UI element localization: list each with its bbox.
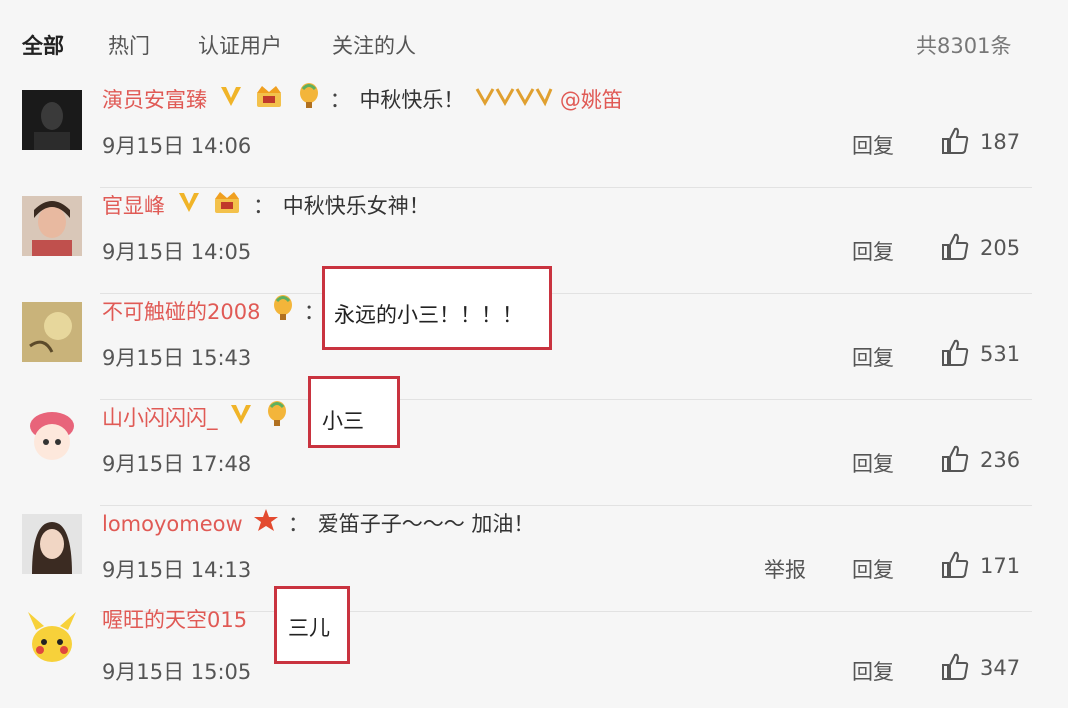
avatar[interactable] [22,514,82,574]
like-count: 347 [980,656,1021,680]
comment-item: 喔旺的天空015 三儿 9月15日 15:05 回复 347 [0,586,1068,708]
comment-filter-bar: 全部 热门 认证用户 关注的人 共8301条 [0,0,1068,88]
thumbs-up-icon [942,127,969,154]
comment-item: 山小闪闪闪_ 小三 9月15日 17:48 回复 236 [0,376,1068,506]
comment-text: 中秋快乐女神！ [282,194,430,218]
comment-username[interactable]: 喔旺的天空015 [102,608,247,632]
verified-v-icon [228,401,254,438]
like-count: 187 [980,130,1021,154]
comment-username[interactable]: 演员安富臻 [102,88,207,112]
comment-text: 永远的小三！！！！ [334,303,523,327]
avatar[interactable] [22,302,82,362]
comment-time: 9月15日 14:13 [102,558,252,582]
star-badge-icon [253,507,279,544]
thumbs-up-icon [942,653,969,680]
thumbs-up-icon [942,445,969,472]
reply-button[interactable]: 回复 [852,554,894,584]
mention-link[interactable]: @姚笛 [560,88,623,112]
reply-button[interactable]: 回复 [852,130,894,160]
verified-v-icon [176,189,202,226]
thumbs-up-icon [942,551,969,578]
tab-all[interactable]: 全部 [22,30,64,60]
thumbs-up-icon [942,233,969,260]
report-button[interactable]: 举报 [764,554,806,584]
comment-text: 三儿 [288,616,330,640]
comment-item: 演员安富臻 ： 中秋快乐！ @姚笛 9月15日 14:06 回复 187 [0,82,1068,188]
like-count: 531 [980,342,1021,366]
reply-button[interactable]: 回复 [852,448,894,478]
comment-time: 9月15日 14:05 [102,240,252,264]
comment-text: 爱笛子子～～～ 加油！ [317,512,535,536]
like-count: 171 [980,554,1021,578]
comment-total-count: 共8301条 [916,34,1012,58]
reply-button[interactable]: 回复 [852,236,894,266]
tab-hot[interactable]: 热门 [108,30,150,60]
balloon-badge-icon [297,82,321,120]
comment-time: 9月15日 15:05 [102,660,252,684]
avatar[interactable] [22,196,82,256]
reply-button[interactable]: 回复 [852,342,894,372]
tab-following[interactable]: 关注的人 [332,30,416,60]
reply-button[interactable]: 回复 [852,656,894,686]
avatar[interactable] [22,90,82,150]
member-crown-icon [254,83,286,120]
comment-username[interactable]: 不可触碰的2008 [102,300,260,324]
comment-text: 小三 [322,409,364,433]
comment-username[interactable]: 官显峰 [102,194,165,218]
tab-verified-users[interactable]: 认证用户 [198,30,282,60]
comment-item: lomoyomeow ： 爱笛子子～～～ 加油！ 9月15日 14:13 举报 … [0,506,1068,612]
thumbs-up-icon [942,339,969,366]
verified-v-icon [218,83,244,120]
decor-emoji-icon [475,83,553,120]
like-count: 236 [980,448,1021,472]
comment-text: 中秋快乐！ [359,88,465,112]
comment-time: 9月15日 17:48 [102,452,252,476]
comment-username[interactable]: 山小闪闪闪_ [102,406,218,430]
avatar[interactable] [22,408,82,468]
member-crown-icon [212,189,244,226]
avatar[interactable] [22,610,82,670]
comment-item: 不可触碰的2008 ： 永远的小三！！！！ 9月15日 15:43 回复 531 [0,266,1068,400]
like-count: 205 [980,236,1021,260]
balloon-badge-icon [271,294,295,332]
comment-time: 9月15日 14:06 [102,134,252,158]
comment-panel: 全部 热门 认证用户 关注的人 共8301条 演员安富臻 ： 中秋快乐！ @姚笛… [0,0,1068,708]
balloon-badge-icon [265,400,289,438]
comment-username[interactable]: lomoyomeow [102,512,243,536]
comment-time: 9月15日 15:43 [102,346,252,370]
